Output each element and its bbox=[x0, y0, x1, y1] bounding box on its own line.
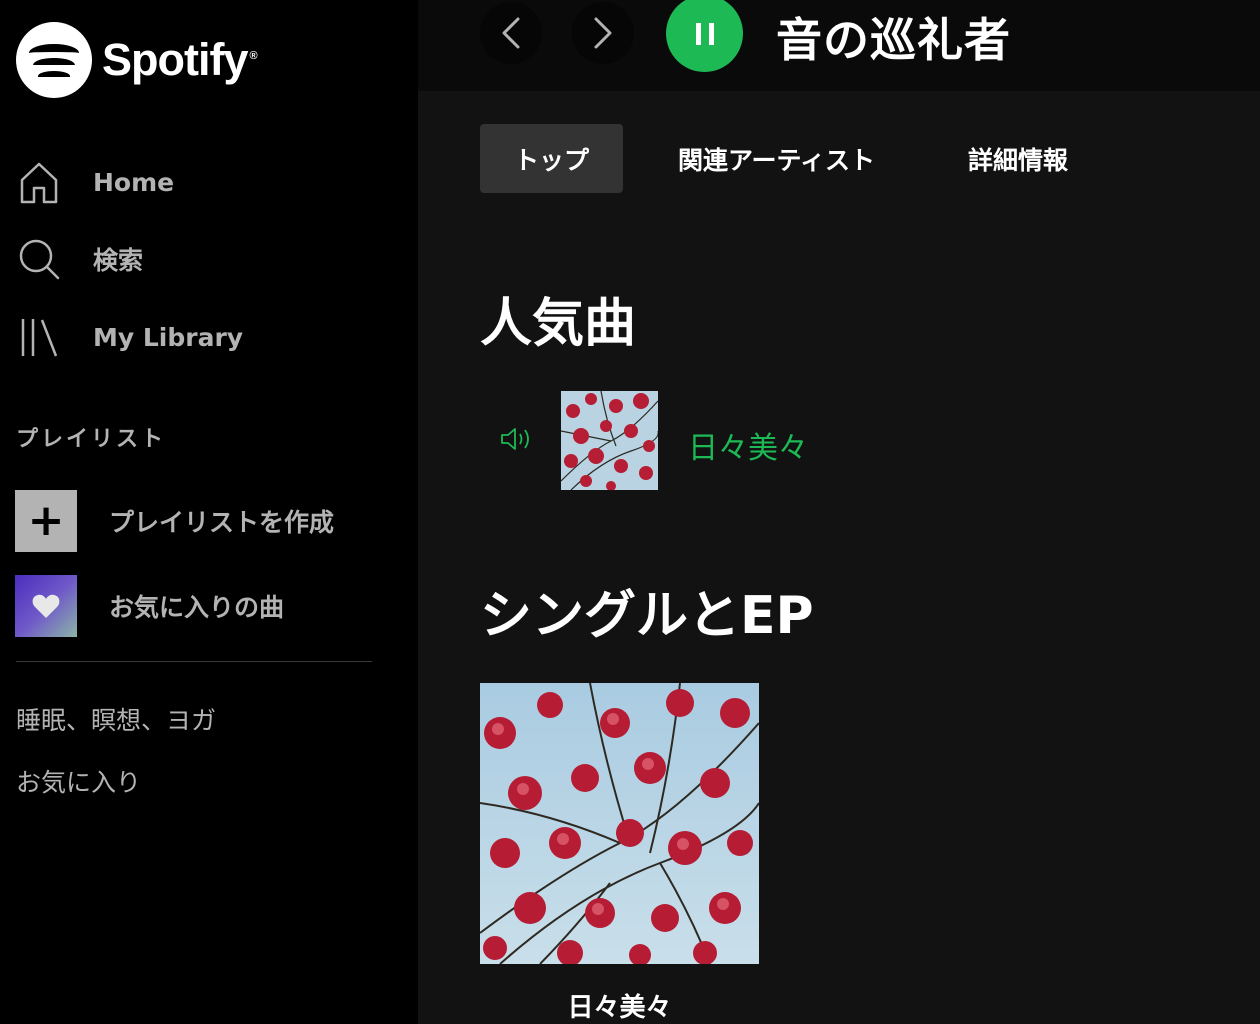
playlist-item[interactable]: 睡眠、瞑想、ヨガ bbox=[16, 701, 216, 737]
tab-about[interactable]: 詳細情報 bbox=[948, 124, 1088, 193]
plus-icon: + bbox=[15, 490, 77, 552]
heart-icon bbox=[15, 575, 77, 637]
chevron-left-icon bbox=[502, 17, 520, 49]
spotify-logo-icon bbox=[16, 22, 92, 98]
nav-library-label: My Library bbox=[93, 322, 244, 352]
sidebar-divider bbox=[16, 661, 372, 662]
spotify-wordmark: Spotify ® bbox=[102, 34, 258, 85]
album-title[interactable]: 日々美々 bbox=[480, 987, 759, 1024]
artist-name: 音の巡礼者 bbox=[776, 13, 1011, 67]
nav-library[interactable]: My Library bbox=[16, 312, 243, 362]
liked-songs-label: お気に入りの曲 bbox=[109, 593, 285, 622]
album-cover[interactable] bbox=[480, 683, 759, 964]
home-icon bbox=[16, 159, 62, 205]
track-title[interactable]: 日々美々 bbox=[688, 423, 808, 467]
search-icon bbox=[16, 236, 62, 282]
speaker-icon bbox=[500, 427, 536, 455]
pause-button[interactable] bbox=[666, 0, 743, 72]
nav-search-label: 検索 bbox=[93, 246, 144, 275]
pause-icon bbox=[695, 22, 714, 45]
tab-top[interactable]: トップ bbox=[480, 124, 623, 193]
create-playlist-label: プレイリストを作成 bbox=[109, 508, 335, 537]
playlists-section-title: プレイリスト bbox=[16, 427, 167, 452]
create-playlist-button[interactable]: + プレイリストを作成 bbox=[15, 490, 334, 552]
library-icon bbox=[16, 314, 62, 360]
chevron-right-icon bbox=[594, 17, 612, 49]
spotify-logo[interactable]: Spotify ® bbox=[16, 22, 258, 98]
sidebar: Spotify ® Home 検索 My Library プレイリスト + プレイ… bbox=[0, 0, 418, 1024]
topbar: 音の巡礼者 bbox=[418, 0, 1260, 91]
tab-related-artists[interactable]: 関連アーティスト bbox=[654, 124, 899, 193]
playlist-item[interactable]: お気に入り bbox=[16, 763, 141, 799]
main-content: トップ 関連アーティスト 詳細情報 人気曲 日々美々 シングルとEP 日々美々 bbox=[418, 91, 1260, 1024]
back-button[interactable] bbox=[480, 2, 542, 64]
nav-search[interactable]: 検索 bbox=[16, 234, 143, 284]
popular-heading: 人気曲 bbox=[480, 294, 637, 354]
forward-button[interactable] bbox=[572, 2, 634, 64]
nav-home[interactable]: Home bbox=[16, 157, 174, 207]
liked-songs-button[interactable]: お気に入りの曲 bbox=[15, 575, 284, 637]
singles-heading: シングルとEP bbox=[480, 586, 814, 646]
nav-home-label: Home bbox=[93, 167, 175, 197]
track-thumbnail bbox=[561, 391, 658, 490]
track-row[interactable]: 日々美々 bbox=[480, 391, 1180, 491]
